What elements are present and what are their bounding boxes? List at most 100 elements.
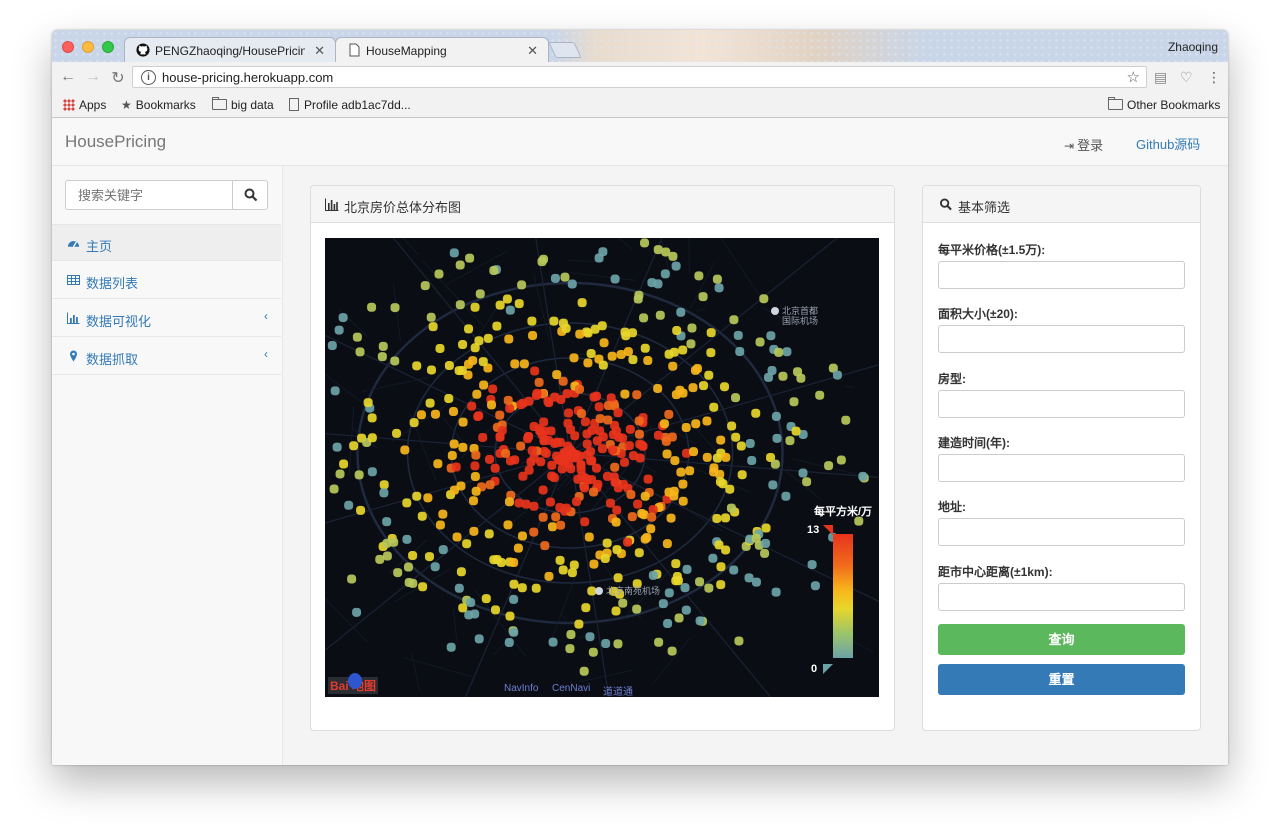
price-dot[interactable]: [612, 545, 622, 555]
price-dot[interactable]: [484, 529, 494, 539]
price-dot[interactable]: [367, 413, 377, 423]
price-dot[interactable]: [664, 588, 674, 598]
price-dot[interactable]: [402, 498, 412, 508]
price-dot[interactable]: [523, 434, 533, 444]
price-dot[interactable]: [458, 603, 468, 613]
price-dot[interactable]: [478, 432, 488, 442]
price-dot[interactable]: [597, 321, 607, 331]
price-dot[interactable]: [706, 328, 716, 338]
sidebar-item-scraping[interactable]: 数据抓取 ‹: [52, 338, 281, 375]
price-dot[interactable]: [671, 559, 681, 569]
price-dot[interactable]: [448, 407, 458, 417]
price-dot[interactable]: [698, 381, 708, 391]
price-dot[interactable]: [634, 548, 644, 558]
price-dot[interactable]: [588, 647, 598, 657]
price-dot[interactable]: [473, 411, 483, 421]
price-dot[interactable]: [412, 361, 422, 371]
price-dot[interactable]: [694, 271, 704, 281]
price-dot[interactable]: [509, 579, 519, 589]
price-dot[interactable]: [595, 414, 605, 424]
price-dot[interactable]: [335, 469, 345, 479]
price-dot[interactable]: [704, 370, 714, 380]
price-dot[interactable]: [503, 395, 513, 405]
price-dot[interactable]: [501, 448, 511, 458]
price-dot[interactable]: [548, 522, 558, 532]
price-dot[interactable]: [572, 497, 582, 507]
price-dot[interactable]: [481, 594, 491, 604]
price-dot[interactable]: [698, 292, 708, 302]
profile-name[interactable]: Zhaoqing: [1168, 40, 1218, 54]
price-dot[interactable]: [653, 279, 663, 289]
price-dot[interactable]: [452, 532, 462, 542]
price-dot[interactable]: [771, 411, 781, 421]
price-dot[interactable]: [687, 323, 697, 333]
price-dot[interactable]: [583, 358, 593, 368]
price-dot[interactable]: [712, 274, 722, 284]
sidebar-item-visualization[interactable]: 数据可视化 ‹: [52, 300, 281, 337]
price-dot[interactable]: [791, 426, 801, 436]
price-dot[interactable]: [449, 248, 459, 258]
reset-button[interactable]: 重置: [938, 664, 1185, 695]
price-dot[interactable]: [662, 449, 672, 459]
price-dot[interactable]: [458, 417, 468, 427]
price-dot[interactable]: [600, 553, 610, 563]
price-dot[interactable]: [772, 433, 782, 443]
price-dot[interactable]: [469, 496, 479, 506]
price-dot[interactable]: [824, 461, 834, 471]
price-dot[interactable]: [690, 365, 700, 375]
price-dot[interactable]: [367, 302, 377, 312]
price-dot[interactable]: [363, 398, 373, 408]
price-dot[interactable]: [607, 351, 617, 361]
price-dot[interactable]: [654, 637, 664, 647]
price-dot[interactable]: [584, 532, 594, 542]
price-dot[interactable]: [591, 391, 601, 401]
price-dot[interactable]: [681, 605, 691, 615]
price-dot[interactable]: [502, 294, 512, 304]
price-dot[interactable]: [569, 353, 579, 363]
price-dot[interactable]: [589, 487, 599, 497]
price-dot[interactable]: [611, 517, 621, 527]
price-dot[interactable]: [704, 583, 714, 593]
price-dot[interactable]: [344, 500, 354, 510]
price-dot[interactable]: [766, 331, 776, 341]
forward-icon[interactable]: →: [84, 68, 102, 86]
price-dot[interactable]: [734, 636, 744, 646]
price-dot[interactable]: [682, 564, 692, 574]
price-dot[interactable]: [529, 527, 539, 537]
price-dot[interactable]: [521, 499, 531, 509]
info-icon[interactable]: i: [141, 70, 156, 85]
back-icon[interactable]: ←: [59, 68, 77, 86]
price-dot[interactable]: [478, 357, 488, 367]
price-dot[interactable]: [618, 598, 628, 608]
price-dot[interactable]: [761, 538, 771, 548]
price-dot[interactable]: [367, 433, 377, 443]
price-dot[interactable]: [670, 456, 680, 466]
price-dot[interactable]: [685, 466, 695, 476]
price-dot[interactable]: [620, 327, 630, 337]
price-dot[interactable]: [613, 639, 623, 649]
build-year-input[interactable]: [938, 454, 1185, 482]
attribution-cennavi[interactable]: CenNavi: [552, 683, 590, 694]
price-dot[interactable]: [455, 260, 465, 270]
price-dot[interactable]: [755, 337, 765, 347]
price-dot[interactable]: [471, 486, 481, 496]
price-dot[interactable]: [586, 349, 596, 359]
price-dot[interactable]: [505, 611, 515, 621]
tab-github[interactable]: PENGZhaoqing/HousePricing ✕: [124, 37, 336, 63]
price-dot[interactable]: [538, 485, 548, 495]
price-dot[interactable]: [620, 389, 630, 399]
price-dot[interactable]: [566, 630, 576, 640]
menu-icon[interactable]: ⋮: [1207, 69, 1221, 86]
price-dot[interactable]: [643, 356, 653, 366]
price-dot[interactable]: [832, 370, 842, 380]
price-dot[interactable]: [721, 452, 731, 462]
price-dot[interactable]: [558, 565, 568, 575]
price-dot[interactable]: [455, 300, 465, 310]
price-dot[interactable]: [733, 330, 743, 340]
price-dot[interactable]: [577, 298, 587, 308]
login-link[interactable]: ⇥ 登录: [1064, 135, 1103, 154]
price-dot[interactable]: [561, 503, 571, 513]
price-dot[interactable]: [483, 333, 493, 343]
price-dot[interactable]: [390, 356, 400, 366]
price-dot[interactable]: [513, 543, 523, 553]
